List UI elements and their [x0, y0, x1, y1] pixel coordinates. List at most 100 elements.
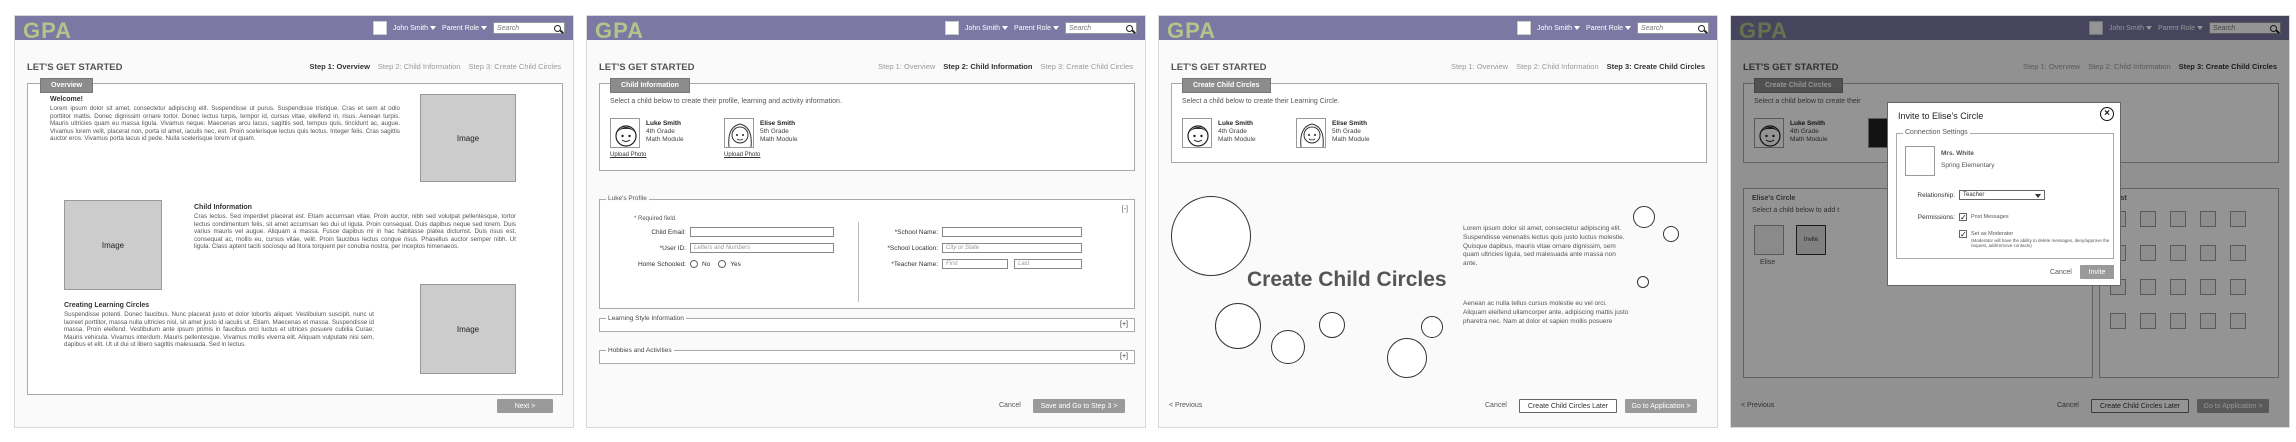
intro-text: Select a child below to create their pro… — [610, 98, 842, 105]
hobbies-accordion[interactable]: Hobbies and Activities [+] — [599, 347, 1135, 364]
logo[interactable]: GPA — [1167, 18, 1216, 44]
upload-photo-link[interactable]: Upload Photo — [610, 152, 646, 158]
welcome-heading: Welcome! — [50, 96, 83, 103]
invite-button[interactable]: Invite — [2080, 265, 2114, 279]
cancel-link[interactable]: Cancel — [999, 402, 1021, 409]
intro-text: Select a child below to create their Lea… — [1182, 98, 1340, 105]
top-nav: GPA John Smith Parent Role Search — [15, 16, 573, 43]
role-menu[interactable]: Parent Role — [1014, 25, 1059, 32]
permissions-label: Permissions: — [1917, 214, 1955, 221]
close-icon[interactable]: × — [2100, 107, 2114, 121]
chevron-down-icon — [1053, 26, 1059, 30]
child-name: Elise Smith — [1332, 120, 1368, 127]
profile-legend: Luke's Profile — [606, 195, 649, 202]
fieldset-legend: Connection Settings — [1903, 129, 1970, 136]
previous-link[interactable]: < Previous — [1169, 402, 1202, 409]
moderator-checkbox[interactable]: ✓ — [1959, 230, 1967, 239]
role-menu[interactable]: Parent Role — [1586, 25, 1631, 32]
teacher-first-field[interactable]: First — [942, 259, 1008, 269]
search-input[interactable]: Search — [1637, 22, 1709, 34]
child-card-luke[interactable]: Luke Smith 4th Grade Math Module — [646, 120, 684, 144]
decorative-circle — [1387, 338, 1427, 378]
child-email-label: Child Email: — [651, 229, 686, 236]
child-avatar-girl[interactable] — [724, 118, 754, 148]
child-card-elise[interactable]: Elise Smith 5th Grade Math Module — [1332, 120, 1370, 144]
search-input[interactable]: Search — [493, 22, 565, 34]
child-avatar-boy[interactable] — [610, 118, 640, 148]
school-location-field[interactable]: City or State — [942, 243, 1082, 253]
avatar — [945, 21, 959, 35]
second-paragraph: Aenean ac nulla tellus cursus molestie e… — [1463, 300, 1629, 325]
screen-invite-modal: GPA John Smith Parent Role Search LET'S … — [1730, 15, 2290, 428]
user-id-field[interactable]: Letters and Numbers — [690, 243, 834, 253]
search-icon[interactable] — [1126, 24, 1133, 32]
chevron-down-icon — [1002, 26, 1009, 30]
learning-style-accordion[interactable]: Learning Style Information [+] — [599, 315, 1135, 332]
decorative-circle — [1421, 316, 1443, 338]
search-input[interactable]: Search — [1065, 22, 1137, 34]
teacher-name: Mrs. White — [1941, 150, 1974, 157]
decorative-circle — [1663, 226, 1679, 242]
step-indicator: Step 1: Overview Step 2: Child Informati… — [1451, 62, 1705, 71]
step-indicator: Step 1: Overview Step 2: Child Informati… — [309, 62, 561, 71]
radio-yes[interactable] — [718, 260, 727, 268]
school-name-field[interactable] — [942, 227, 1082, 237]
logo[interactable]: GPA — [595, 18, 644, 44]
child-card-luke[interactable]: Luke Smith 4th Grade Math Module — [1218, 120, 1256, 144]
next-button[interactable]: Next > — [497, 399, 553, 413]
expand-toggle[interactable]: [+] — [1120, 321, 1128, 328]
required-note: * Required field. — [634, 216, 677, 222]
relationship-select[interactable]: Teacher — [1959, 190, 2045, 200]
logo[interactable]: GPA — [23, 18, 72, 44]
child-grade: 4th Grade — [1218, 128, 1247, 135]
child-module: Math Module — [1332, 136, 1370, 143]
circles-heading: Creating Learning Circles — [64, 302, 150, 309]
post-messages-checkbox[interactable]: ✓ — [1959, 213, 1967, 222]
search-icon[interactable] — [1698, 24, 1705, 32]
invite-modal: Invite to Elise's Circle × Connection Se… — [1887, 102, 2121, 286]
go-to-application-button[interactable]: Go to Application > — [1625, 399, 1697, 413]
child-grade: 4th Grade — [646, 128, 675, 135]
chevron-down-icon — [481, 26, 487, 30]
decorative-circle — [1271, 330, 1305, 364]
step-1: Step 1: Overview — [1450, 62, 1509, 71]
search-placeholder: Search — [497, 24, 520, 32]
step-2: Step 2: Child Information — [1516, 62, 1599, 71]
child-name: Elise Smith — [760, 120, 796, 127]
collapse-toggle[interactable]: [-] — [1122, 206, 1128, 213]
post-messages-label: Post Messages — [1971, 214, 2009, 220]
decorative-circle — [1319, 312, 1345, 338]
child-avatar-boy[interactable] — [1182, 118, 1212, 148]
modal-cancel-link[interactable]: Cancel — [2050, 269, 2072, 276]
step-1: Step 1: Overview — [309, 62, 370, 71]
expand-toggle[interactable]: [+] — [1120, 353, 1128, 360]
teacher-last-field[interactable]: Last — [1014, 259, 1082, 269]
page-title: LET'S GET STARTED — [599, 62, 695, 73]
search-icon[interactable] — [554, 24, 561, 32]
big-title: Create Child Circles — [1247, 268, 1447, 291]
user-menu[interactable]: John Smith — [965, 25, 1009, 32]
role-menu[interactable]: Parent Role — [442, 25, 487, 32]
step-indicator: Step 1: Overview Step 2: Child Informati… — [878, 62, 1133, 71]
intro-paragraph: Lorem ipsum dolor sit amet, consectetur … — [1463, 225, 1625, 268]
top-nav: GPA John Smith Parent Role Search — [1159, 16, 1717, 43]
create-later-button[interactable]: Create Child Circles Later — [1519, 399, 1617, 413]
moderator-label: Set as Moderator — [1971, 231, 2014, 237]
radio-no[interactable] — [690, 260, 698, 268]
panel-tab: Create Child Circles — [1182, 78, 1271, 93]
user-menu[interactable]: John Smith — [393, 25, 437, 32]
role-name: Parent Role — [1014, 24, 1051, 32]
user-id-label: *User ID: — [659, 245, 686, 252]
upload-photo-link[interactable]: Upload Photo — [724, 152, 760, 158]
child-card-elise[interactable]: Elise Smith 5th Grade Math Module — [760, 120, 798, 144]
user-menu[interactable]: John Smith — [1537, 25, 1581, 32]
cancel-link[interactable]: Cancel — [1485, 402, 1507, 409]
child-avatar-girl[interactable] — [1296, 118, 1326, 148]
child-email-field[interactable] — [690, 227, 834, 237]
child-name: Luke Smith — [1218, 120, 1254, 127]
page-title: LET'S GET STARTED — [27, 62, 123, 73]
avatar — [1517, 21, 1531, 35]
overview-panel: Overview Welcome! Lorem ipsum dolor sit … — [27, 78, 563, 395]
child-module: Math Module — [760, 136, 798, 143]
save-next-button[interactable]: Save and Go to Step 3 > — [1033, 399, 1125, 413]
